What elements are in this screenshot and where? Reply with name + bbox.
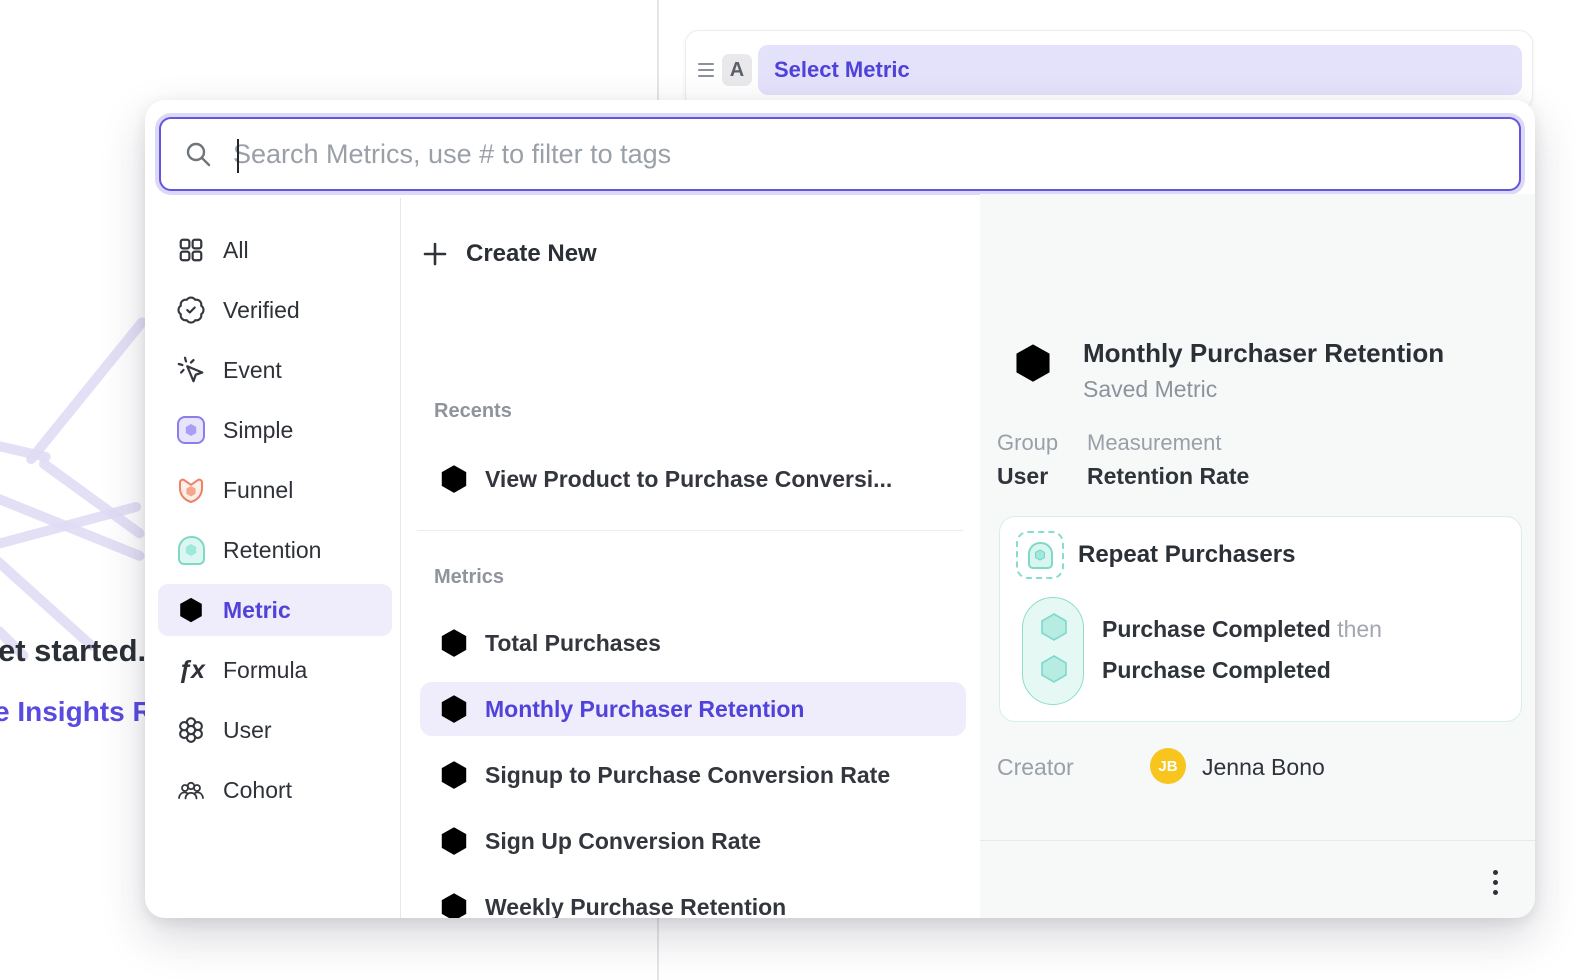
metric-item-selected[interactable]: Monthly Purchaser Retention [420,682,966,736]
measurement-field: Measurement Retention Rate [1087,430,1249,490]
recent-metric-label: View Product to Purchase Conversi... [485,466,892,493]
create-new-label: Create New [466,240,597,268]
metric-item[interactable]: Signup to Purchase Conversion Rate [420,748,966,802]
hexagon-metric-icon [437,626,471,660]
creator-name: Jenna Bono [1202,754,1325,781]
sidebar-item-verified[interactable]: Verified [158,284,392,336]
select-metric-button[interactable]: Select Metric [758,45,1522,95]
sidebar-item-formula[interactable]: ƒx Formula [158,644,392,696]
create-new-button[interactable]: Create New [420,228,597,280]
sidebar-item-simple[interactable]: Simple [158,404,392,456]
metric-item-label: Weekly Purchase Retention [485,894,786,919]
step-event-name: Purchase Completed [1102,616,1331,642]
step-connector: then [1337,616,1382,642]
search-icon [183,139,213,169]
recent-metric-item[interactable]: View Product to Purchase Conversi... [420,452,892,506]
formula-fx-icon: ƒx [176,655,206,685]
metric-type-hexagon-icon [1010,340,1056,391]
hexagon-metric-icon [437,758,471,792]
retention-metric-icon [176,535,206,565]
behavior-step-1: Purchase Completed then [1102,616,1382,643]
kebab-menu-icon[interactable] [1480,862,1510,902]
step-hexagon-icon [1037,612,1071,642]
filter-sidebar: All Verified [145,194,400,918]
metric-list-panel: Create New Recents View Product to Purch… [400,194,980,918]
group-field: Group User [997,430,1058,490]
sidebar-item-user[interactable]: User [158,704,392,756]
sidebar-item-event[interactable]: Event [158,344,392,396]
behavior-step-2: Purchase Completed [1102,657,1331,684]
metric-hexagon-icon [176,595,206,625]
creator-avatar: JB [1150,748,1186,784]
behavior-card: Repeat Purchasers Purchase Completed the… [999,516,1522,722]
grid-icon [176,235,206,265]
hexagon-metric-icon [437,692,471,726]
sidebar-item-label: Formula [223,657,307,684]
sidebar-item-label: Event [223,357,282,384]
metric-item[interactable]: Total Purchases [420,616,966,670]
search-input[interactable] [231,138,1497,171]
sidebar-item-label: Funnel [223,477,293,504]
background-insights-link-fragment[interactable]: e Insights Re [0,696,168,728]
plus-icon [420,239,450,269]
metrics-heading: Metrics [434,566,504,589]
measurement-value: Retention Rate [1087,463,1249,490]
drag-handle-icon[interactable] [698,63,714,77]
behavior-title: Repeat Purchasers [1078,541,1295,569]
hexagon-metric-icon [437,890,471,918]
funnel-steps-capsule [1022,597,1084,705]
creator-label: Creator [997,754,1074,781]
simple-metric-icon [176,415,206,445]
background-heading-fragment: et started. [0,633,146,669]
metric-picker-modal: All Verified [145,100,1535,918]
sidebar-item-label: Simple [223,417,293,444]
sidebar-item-funnel[interactable]: Funnel [158,464,392,516]
sidebar-item-metric[interactable]: Metric [158,584,392,636]
sidebar-item-retention[interactable]: Retention [158,524,392,576]
metric-item[interactable]: Sign Up Conversion Rate [420,814,966,868]
metric-detail-panel: Monthly Purchaser Retention Saved Metric… [980,194,1535,918]
behavior-icon [1016,531,1064,579]
metric-item-label: Signup to Purchase Conversion Rate [485,762,890,789]
metric-item[interactable]: Weekly Purchase Retention [420,880,966,918]
select-metric-bar: A Select Metric [685,30,1533,110]
detail-type-label: Saved Metric [1083,376,1217,403]
step-event-name: Purchase Completed [1102,657,1331,683]
group-value: User [997,463,1058,490]
group-label: Group [997,430,1058,456]
sidebar-item-label: Cohort [223,777,292,804]
hexagon-metric-icon [437,824,471,858]
event-cursor-icon [176,355,206,385]
detail-footer-divider [980,840,1535,841]
sidebar-item-label: Verified [223,297,300,324]
cohort-people-icon [176,775,206,805]
sidebar-item-label: User [223,717,272,744]
text-caret [237,139,239,173]
sidebar-item-label: Metric [223,597,291,624]
search-field-wrapper [159,117,1521,191]
recents-heading: Recents [434,400,512,423]
section-divider [417,530,963,531]
detail-title: Monthly Purchaser Retention [1083,338,1444,369]
hexagon-metric-icon [437,462,471,496]
funnel-metric-icon [176,475,206,505]
app-root: et started. e Insights Re A Select Metri… [0,0,1576,980]
metrics-list: Total Purchases Monthly Purchaser Retent… [420,616,966,918]
sidebar-item-label: Retention [223,537,321,564]
series-a-badge: A [722,54,752,86]
metric-item-label: Total Purchases [485,630,661,657]
step-hexagon-icon [1037,654,1071,684]
sidebar-item-label: All [223,237,249,264]
metric-item-label: Monthly Purchaser Retention [485,696,804,723]
user-cluster-icon [176,715,206,745]
verified-badge-icon [176,295,206,325]
metric-item-label: Sign Up Conversion Rate [485,828,761,855]
sidebar-item-cohort[interactable]: Cohort [158,764,392,816]
sidebar-item-all[interactable]: All [158,224,392,276]
measurement-label: Measurement [1087,430,1249,456]
